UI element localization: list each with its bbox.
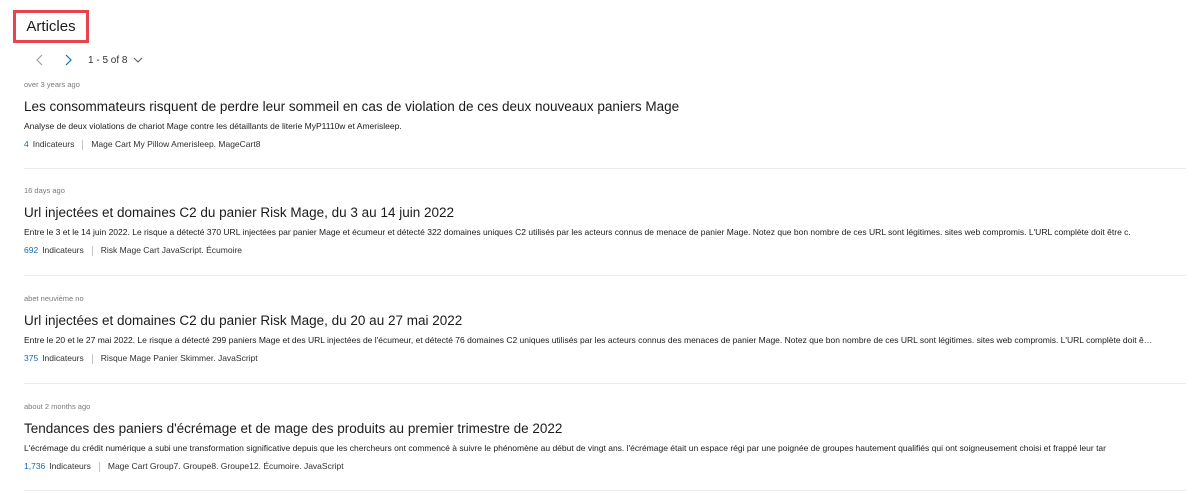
- article-divider: [24, 383, 1186, 384]
- page-size-dropdown[interactable]: [132, 54, 144, 66]
- indicator-label: Indicateurs: [42, 353, 84, 363]
- chevron-right-icon: [65, 54, 72, 66]
- meta-divider: [91, 353, 93, 364]
- meta-divider: [98, 461, 100, 472]
- article-divider: [24, 275, 1186, 276]
- indicator-count[interactable]: 4: [24, 139, 29, 150]
- article-tags: Risque Mage Panier Skimmer. JavaScript: [100, 353, 258, 363]
- article-description: L'écrémage du crédit numérique a subi un…: [24, 443, 1106, 453]
- pager: 1 - 5 of 8: [30, 51, 144, 69]
- articles-panel: Articles 1 - 5 of 8 over 3 years ago Les…: [0, 0, 1200, 494]
- indicator-label: Indicateurs: [32, 139, 75, 149]
- chevron-down-icon: [134, 57, 143, 63]
- indicator-label: Indicateurs: [49, 461, 91, 471]
- article-description: Analyse de deux violations de chariot Ma…: [24, 121, 402, 131]
- chevron-left-icon: [36, 54, 43, 66]
- article-divider: [24, 168, 1186, 169]
- indicator-count[interactable]: 375: [24, 353, 38, 364]
- article-meta: 1,736 Indicateurs Mage Cart Group7. Grou…: [24, 461, 1186, 472]
- article-tags: Mage Cart Group7. Groupe8. Groupe12. Écu…: [107, 461, 344, 471]
- article-item[interactable]: 16 days ago Url injectées et domaines C2…: [24, 186, 1186, 256]
- article-meta: 4 Indicateurs Mage Cart My Pillow Ameris…: [24, 139, 1186, 150]
- meta-divider: [82, 139, 84, 150]
- article-age: abet neuvième no: [24, 294, 84, 303]
- prev-page-button[interactable]: [30, 51, 50, 69]
- indicator-count[interactable]: 1,736: [24, 461, 45, 472]
- indicator-label: Indicateurs: [42, 245, 84, 255]
- article-headline[interactable]: Les consommateurs risquent de perdre leu…: [24, 98, 1186, 115]
- article-item[interactable]: abet neuvième no Url injectées et domain…: [24, 294, 1186, 364]
- article-meta: 375 Indicateurs Risque Mage Panier Skimm…: [24, 353, 1186, 364]
- article-meta: 692 Indicateurs Risk Mage Cart JavaScrip…: [24, 245, 1186, 256]
- next-page-button[interactable]: [58, 51, 78, 69]
- article-headline[interactable]: Tendances des paniers d'écrémage et de m…: [24, 420, 1186, 437]
- article-headline[interactable]: Url injectées et domaines C2 du panier R…: [24, 204, 1186, 221]
- article-divider: [24, 490, 1186, 491]
- article-description: Entre le 3 et le 14 juin 2022. Le risque…: [24, 227, 1131, 237]
- article-item[interactable]: about 2 months ago Tendances des paniers…: [24, 402, 1186, 472]
- article-tags: Mage Cart My Pillow Amerisleep. MageCart…: [91, 139, 261, 149]
- article-headline[interactable]: Url injectées et domaines C2 du panier R…: [24, 312, 1186, 329]
- article-description: Entre le 20 et le 27 mai 2022. Le risque…: [24, 335, 1154, 345]
- article-age: over 3 years ago: [24, 80, 80, 89]
- section-title: Articles: [26, 18, 76, 35]
- meta-divider: [91, 245, 93, 256]
- article-age: about 2 months ago: [24, 402, 91, 411]
- article-age: 16 days ago: [24, 186, 65, 195]
- page-range: 1 - 5 of 8: [88, 54, 128, 66]
- article-item[interactable]: over 3 years ago Les consommateurs risqu…: [24, 80, 1186, 150]
- section-title-highlight: Articles: [13, 10, 89, 43]
- indicator-count[interactable]: 692: [24, 245, 38, 256]
- article-tags: Risk Mage Cart JavaScript. Écumoire: [100, 245, 243, 255]
